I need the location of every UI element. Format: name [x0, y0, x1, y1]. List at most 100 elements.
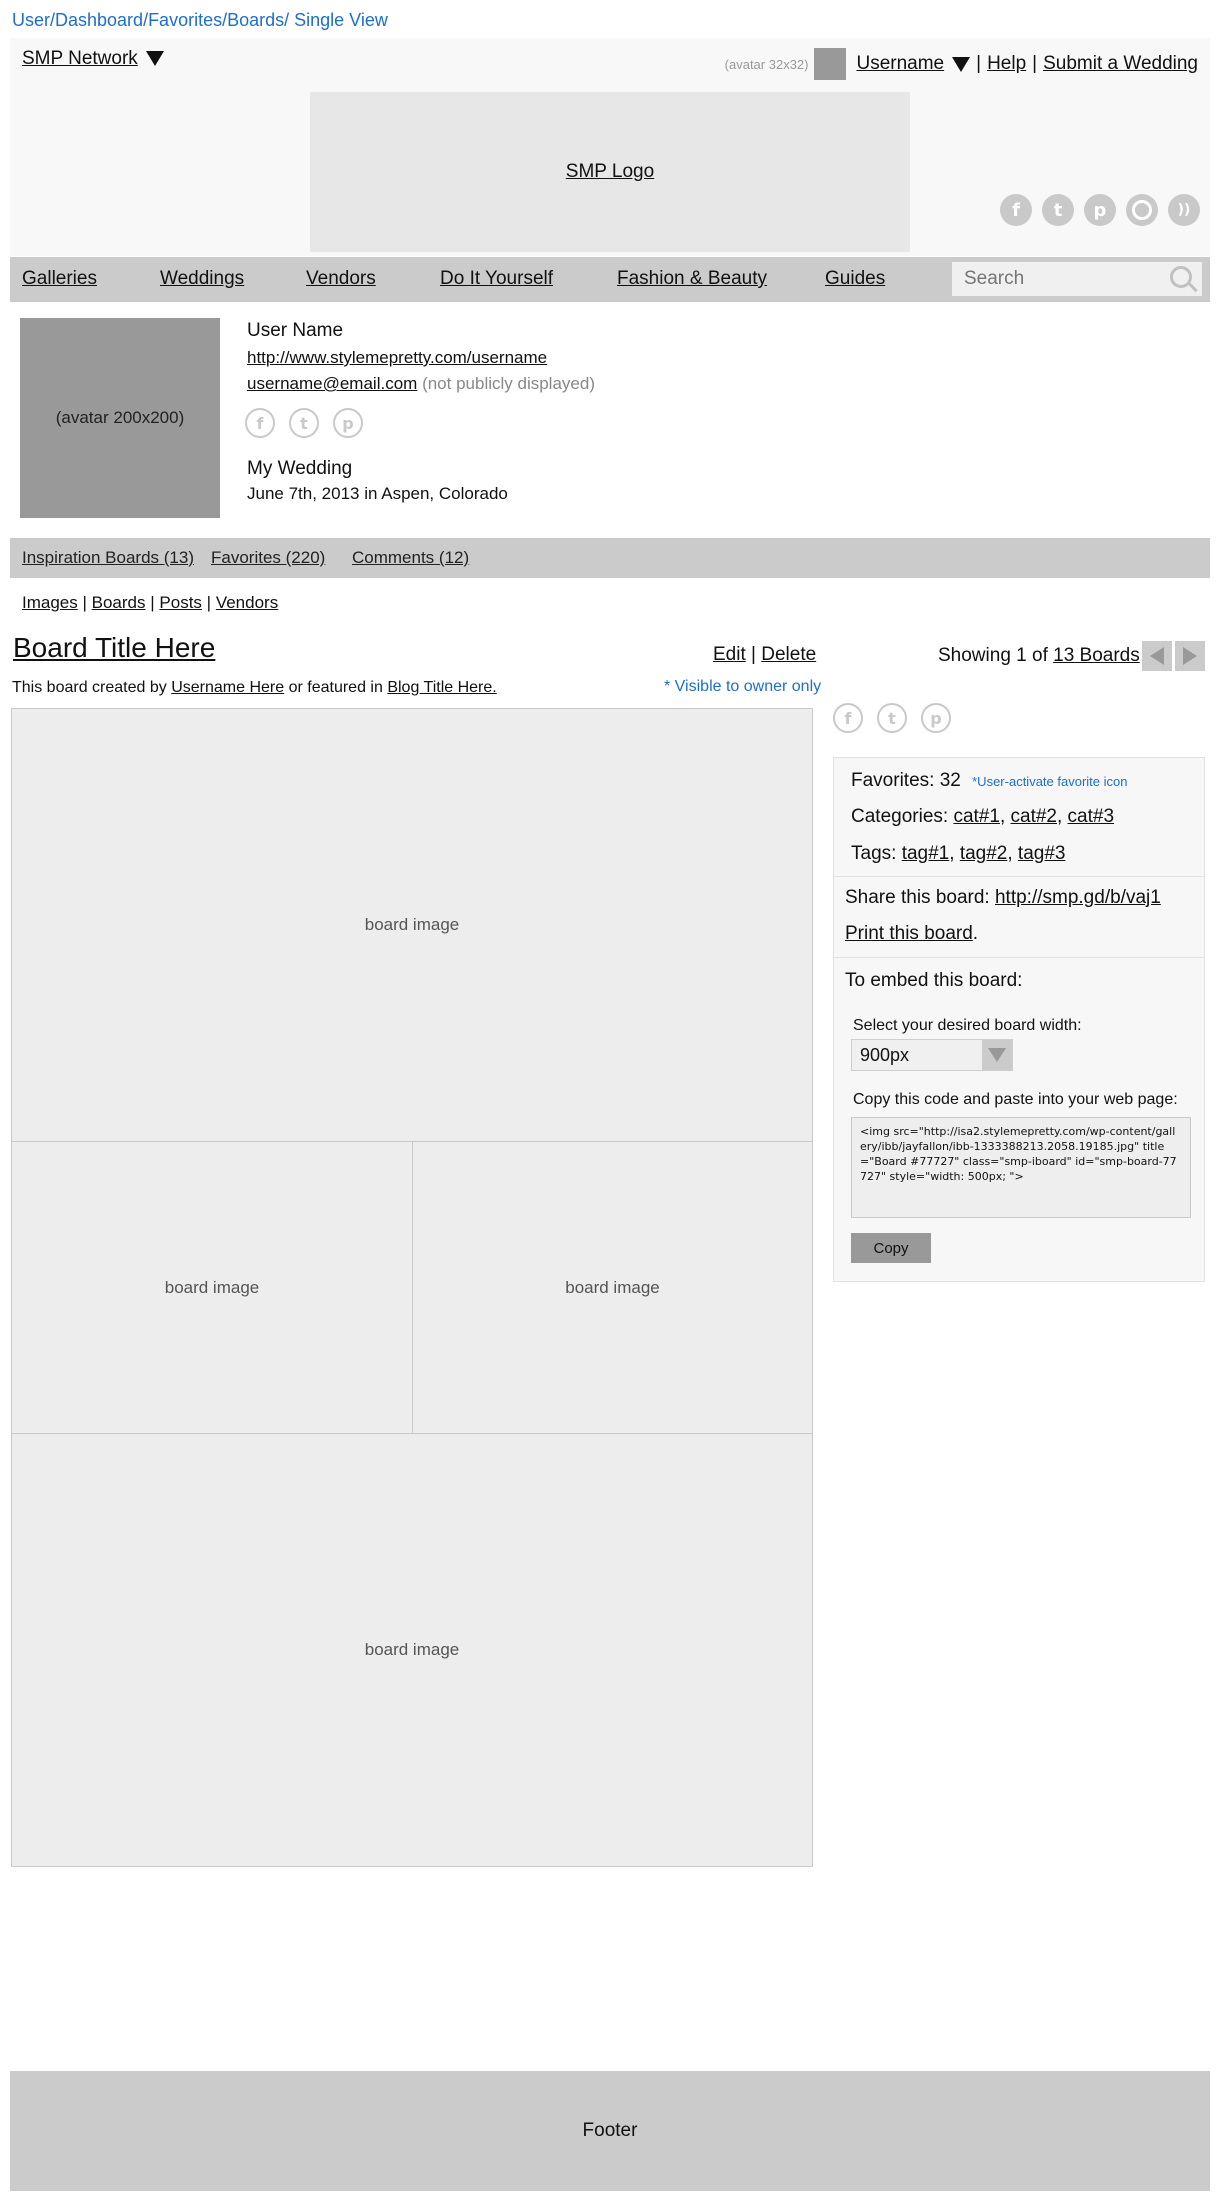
nav-guides[interactable]: Guides — [825, 268, 885, 290]
wedding-title: My Wedding — [247, 458, 353, 479]
arrow-left-icon — [1150, 647, 1164, 665]
chevron-down-icon[interactable] — [952, 56, 971, 72]
tag-link[interactable]: tag#3 — [1018, 843, 1066, 864]
board-image-label: board image — [164, 1277, 260, 1297]
board-meta-panel: Favorites: 32 *User-activate favorite ic… — [833, 757, 1205, 877]
nav-vendors[interactable]: Vendors — [306, 268, 376, 290]
rss-icon[interactable]: )) — [1168, 194, 1200, 226]
facebook-icon[interactable]: f — [833, 703, 863, 733]
nav-galleries[interactable]: Galleries — [22, 268, 97, 290]
twitter-icon[interactable]: t — [877, 703, 907, 733]
pinterest-icon[interactable]: p — [333, 408, 363, 438]
nav-do-it-yourself[interactable]: Do It Yourself — [440, 268, 553, 290]
copy-button[interactable]: Copy — [851, 1233, 931, 1263]
tag-link[interactable]: tag#2 — [960, 843, 1008, 864]
board-actions: Edit | Delete — [713, 644, 816, 666]
category-link[interactable]: cat#2 — [1011, 806, 1057, 827]
favorites-note: *User-activate favorite icon — [972, 774, 1128, 789]
embed-code-box[interactable]: <img src="http://isa2.stylemepretty.com/… — [851, 1117, 1191, 1218]
site-logo[interactable]: SMP Logo — [310, 92, 910, 252]
width-label: Select your desired board width: — [853, 1017, 1082, 1034]
logo-label[interactable]: SMP Logo — [566, 161, 654, 183]
subnav-images[interactable]: Images — [22, 593, 78, 612]
board-image[interactable]: board image — [11, 1141, 413, 1434]
help-link[interactable]: Help — [987, 53, 1026, 75]
profile-email-row: username@email.com (not publicly display… — [247, 374, 595, 394]
profile-social-icons: f t p — [245, 408, 363, 438]
nav-weddings[interactable]: Weddings — [160, 268, 244, 290]
board-image-label: board image — [364, 1640, 460, 1659]
tab-favorites[interactable]: Favorites (220) — [211, 548, 325, 568]
tab-comments[interactable]: Comments (12) — [352, 548, 469, 568]
category-link[interactable]: cat#1 — [953, 806, 999, 827]
site-header: SMP Network (avatar 32x32) Username | He… — [10, 38, 1210, 256]
email-note: (not publicly displayed) — [422, 374, 595, 393]
pinterest-icon[interactable]: p — [1084, 194, 1116, 226]
separator: | — [751, 644, 756, 665]
board-image[interactable]: board image — [412, 1141, 813, 1434]
favorites-label: Favorites: — [851, 770, 935, 791]
share-link[interactable]: http://smp.gd/b/vaj1 — [995, 887, 1161, 908]
twitter-icon[interactable]: t — [1042, 194, 1074, 226]
submit-wedding-link[interactable]: Submit a Wedding — [1043, 53, 1198, 75]
embed-panel: To embed this board: Select your desired… — [833, 957, 1205, 1282]
board-image[interactable]: board image — [11, 708, 813, 1142]
pinterest-icon[interactable]: p — [921, 703, 951, 733]
breadcrumb[interactable]: User/Dashboard/Favorites/Boards/ Single … — [12, 10, 388, 31]
twitter-icon[interactable]: t — [289, 408, 319, 438]
nav-fashion-beauty[interactable]: Fashion & Beauty — [617, 268, 767, 290]
print-board-link[interactable]: Print this board — [845, 923, 973, 944]
smp-network-menu[interactable]: SMP Network — [22, 48, 164, 70]
tags-row: Tags: tag#1, tag#2, tag#3 — [851, 843, 1066, 864]
search-icon[interactable] — [1170, 266, 1192, 288]
separator: | — [206, 593, 212, 612]
next-board-button[interactable] — [1175, 641, 1205, 671]
share-panel: Share this board: http://smp.gd/b/vaj1 P… — [833, 876, 1205, 958]
separator: | — [976, 53, 982, 74]
subnav-vendors[interactable]: Vendors — [216, 593, 278, 612]
created-mid: or featured in — [288, 679, 383, 696]
print-period: . — [972, 923, 979, 944]
board-image[interactable]: board image — [11, 1433, 813, 1867]
avatar-label: (avatar 200x200) — [55, 408, 185, 427]
board-pager: Showing 1 of 13 Boards — [938, 645, 1140, 667]
separator: | — [82, 593, 87, 612]
delete-link[interactable]: Delete — [761, 644, 816, 665]
profile-name: User Name — [247, 320, 344, 341]
tab-inspiration-boards[interactable]: Inspiration Boards (13) — [22, 548, 194, 568]
chevron-down-icon[interactable] — [982, 1040, 1012, 1070]
profile-url-link[interactable]: http://www.stylemepretty.com/username — [247, 348, 547, 368]
favorites-subnav: Images | Boards | Posts | Vendors — [22, 593, 278, 613]
facebook-icon[interactable]: f — [245, 408, 275, 438]
subnav-posts[interactable]: Posts — [159, 593, 202, 612]
boards-count-link[interactable]: 13 Boards — [1053, 645, 1140, 666]
username-link[interactable]: Username — [856, 53, 944, 75]
categories-label: Categories: — [851, 806, 949, 827]
subnav-boards[interactable]: Boards — [92, 593, 146, 612]
board-image-label: board image — [565, 1277, 660, 1297]
profile-email-link[interactable]: username@email.com — [247, 374, 417, 393]
search-box — [952, 262, 1202, 296]
edit-link[interactable]: Edit — [713, 644, 746, 665]
footer-label: Footer — [582, 2120, 638, 2141]
blog-link[interactable]: Blog Title Here. — [387, 679, 496, 696]
facebook-icon[interactable]: f — [1000, 194, 1032, 226]
avatar-small-label: (avatar 32x32) — [724, 56, 809, 72]
board-width-select[interactable]: 900px — [851, 1039, 1013, 1071]
smp-network-label[interactable]: SMP Network — [22, 48, 138, 69]
print-row: Print this board. — [845, 923, 978, 945]
chevron-down-icon[interactable] — [145, 51, 164, 67]
category-link[interactable]: cat#3 — [1068, 806, 1114, 827]
instagram-icon[interactable] — [1126, 194, 1158, 226]
site-footer: Footer — [10, 2071, 1210, 2191]
embed-title: To embed this board: — [845, 970, 1023, 991]
search-input[interactable] — [962, 267, 1146, 291]
tag-link[interactable]: tag#1 — [902, 843, 950, 864]
header-social-icons: f t p )) — [1000, 194, 1200, 226]
profile-tabs: Inspiration Boards (13) Favorites (220) … — [10, 538, 1210, 578]
avatar[interactable] — [814, 48, 847, 80]
creator-link[interactable]: Username Here — [171, 679, 284, 696]
code-label: Copy this code and paste into your web p… — [853, 1091, 1178, 1108]
previous-board-button[interactable] — [1142, 641, 1172, 671]
board-title[interactable]: Board Title Here — [13, 632, 215, 664]
